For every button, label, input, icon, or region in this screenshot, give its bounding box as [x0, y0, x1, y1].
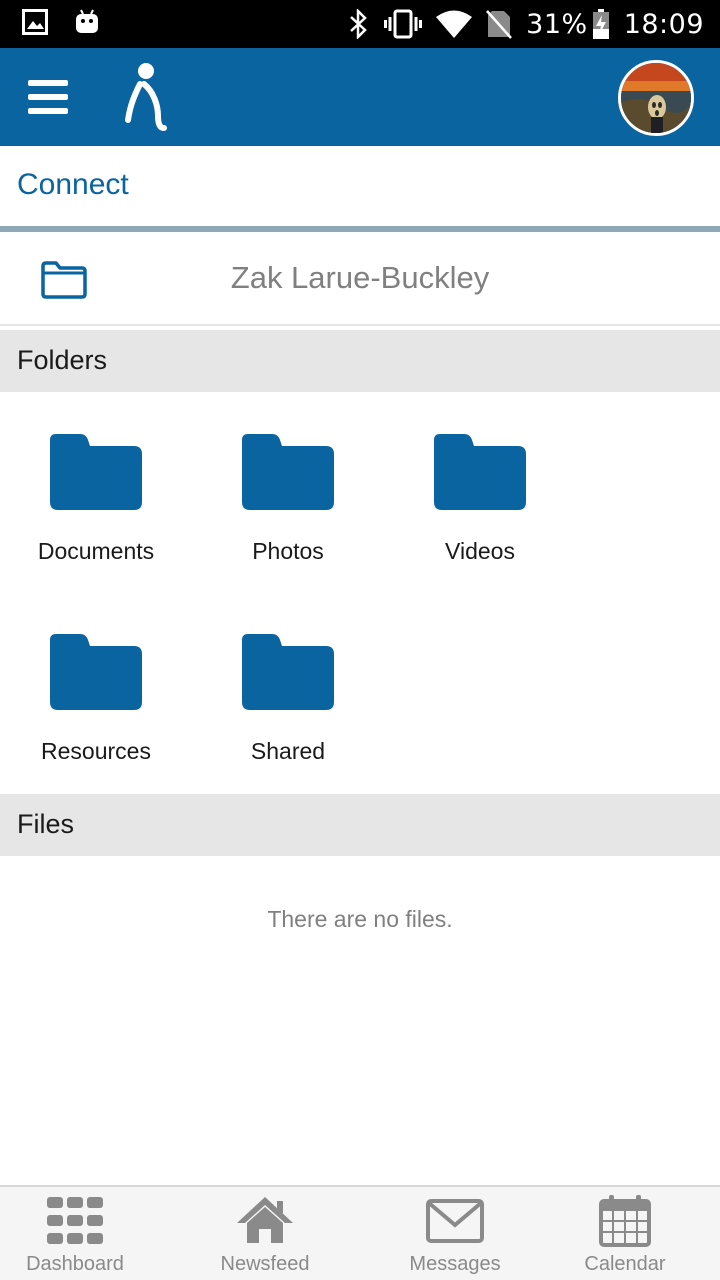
folder-icon: [434, 434, 526, 510]
page-header: Connect: [0, 146, 720, 226]
user-name: Zak Larue-Buckley: [230, 260, 490, 295]
bottom-nav: Dashboard Newsfeed Messages Calendar: [0, 1185, 720, 1280]
folder-label: Photos: [252, 538, 324, 564]
folder-documents[interactable]: Documents: [0, 432, 192, 592]
calendar-icon: [599, 1195, 651, 1247]
nav-newsfeed[interactable]: Newsfeed: [150, 1187, 380, 1280]
page-title: Connect: [17, 168, 129, 201]
folder-resources[interactable]: Resources: [0, 632, 192, 792]
folders-section-header: Folders: [0, 330, 720, 392]
nav-label: Dashboard: [26, 1253, 124, 1275]
status-bar: 31% 18:09: [0, 0, 720, 48]
folder-label: Documents: [37, 538, 155, 564]
folder-icon: [50, 634, 142, 710]
envelope-icon: [426, 1199, 484, 1243]
folder-icon: [242, 434, 334, 510]
folder-shared[interactable]: Shared: [192, 632, 384, 792]
nav-label: Calendar: [584, 1253, 666, 1275]
person-logo-icon[interactable]: [122, 62, 170, 134]
home-icon: [237, 1197, 293, 1243]
folder-videos[interactable]: Videos: [384, 432, 576, 592]
empty-files-message: There are no files.: [267, 906, 453, 932]
nav-calendar[interactable]: Calendar: [530, 1187, 720, 1280]
user-avatar[interactable]: [618, 60, 694, 136]
wifi-icon: [436, 10, 473, 38]
android-icon: [76, 9, 98, 33]
nav-label: Messages: [409, 1253, 501, 1275]
folder-label: Resources: [41, 738, 151, 764]
folders-heading: Folders: [17, 345, 108, 375]
battery-percent: 31%: [526, 8, 588, 40]
folder-photos[interactable]: Photos: [192, 432, 384, 592]
image-icon: [22, 9, 48, 35]
bluetooth-icon: [350, 9, 367, 39]
user-folder-row[interactable]: Zak Larue-Buckley: [0, 232, 720, 326]
files-heading: Files: [17, 809, 75, 839]
no-sim-icon: [486, 10, 513, 39]
folder-label: Shared: [250, 738, 326, 764]
app-bar: [0, 48, 720, 146]
nav-dashboard[interactable]: Dashboard: [0, 1187, 150, 1280]
grid-icon: [47, 1197, 103, 1244]
nav-label: Newsfeed: [220, 1253, 310, 1275]
clock: 18:09: [623, 8, 704, 40]
hamburger-menu-icon[interactable]: [28, 80, 68, 114]
battery-charging-icon: [592, 9, 609, 39]
vibrate-icon: [384, 9, 423, 39]
folder-label: Videos: [445, 538, 515, 564]
files-section-header: Files: [0, 794, 720, 856]
folder-icon: [50, 434, 142, 510]
folder-icon: [242, 634, 334, 710]
nav-messages[interactable]: Messages: [380, 1187, 530, 1280]
